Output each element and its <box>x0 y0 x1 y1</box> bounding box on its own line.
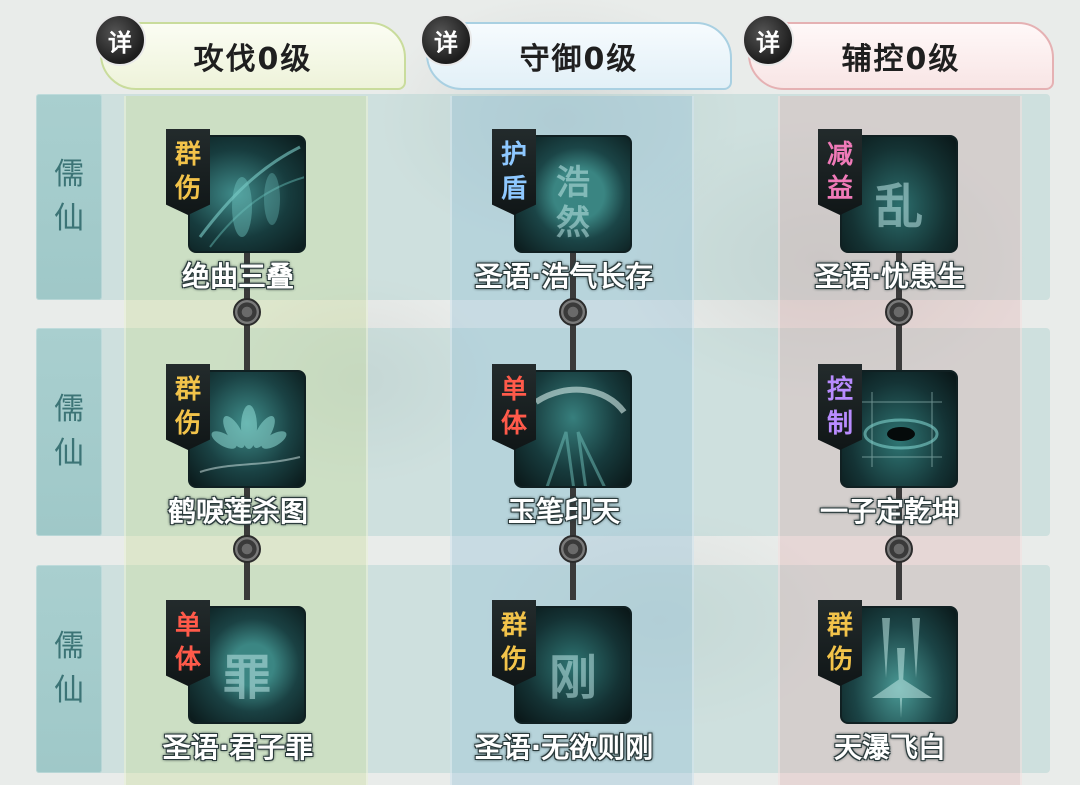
tag-char-top: 群 <box>174 140 201 170</box>
skill-name: 一子定乾坤 <box>819 495 960 528</box>
header-support[interactable]: 辅控0级 详 <box>742 14 1054 94</box>
skill-type-tag: 护 盾 <box>492 129 536 215</box>
header-attack[interactable]: 攻伐0级 详 <box>94 14 406 94</box>
skill-name: 圣语·浩气长存 <box>474 260 654 293</box>
tag-char-bottom: 伤 <box>174 409 201 439</box>
tag-char-top: 护 <box>500 140 527 170</box>
skill-name: 圣语·君子罪 <box>162 731 314 764</box>
tag-char-top: 减 <box>826 140 853 170</box>
skill-card[interactable]: 群 伤 绝曲三叠 <box>108 129 328 305</box>
skill-type-tag: 单 体 <box>166 600 210 686</box>
skill-card[interactable]: 群 伤 鹤唳莲杀图 <box>108 364 328 540</box>
skill-card[interactable]: 罪 单 体 圣语·君子罪 <box>108 600 328 776</box>
row-label-3: 儒 仙 <box>36 565 102 773</box>
row-label-top: 儒 <box>54 629 84 664</box>
detail-button[interactable]: 详 <box>94 14 146 66</box>
row-label-top: 儒 <box>54 392 84 427</box>
tag-char-bottom: 益 <box>826 174 853 204</box>
tag-char-bottom: 伤 <box>826 645 853 675</box>
tag-char-top: 单 <box>174 611 201 641</box>
tag-char-top: 群 <box>500 611 527 641</box>
skill-card[interactable]: 乱 减 益 圣语·忧患生 <box>760 129 980 305</box>
row-label-bottom: 仙 <box>54 201 84 236</box>
tag-char-bottom: 伤 <box>174 174 201 204</box>
skill-card[interactable]: 单 体 玉笔印天 <box>434 364 654 540</box>
row-label-2: 儒 仙 <box>36 328 102 536</box>
skill-card[interactable]: 控 制 一子定乾坤 <box>760 364 980 540</box>
row-label-1: 儒 仙 <box>36 94 102 300</box>
row-label-top: 儒 <box>54 157 84 192</box>
skill-name: 圣语·忧患生 <box>814 260 966 293</box>
skill-type-tag: 群 伤 <box>166 364 210 450</box>
row-label-bottom: 仙 <box>54 673 84 708</box>
skill-type-tag: 群 伤 <box>492 600 536 686</box>
header-title: 辅控0级 <box>841 42 961 77</box>
skill-name: 圣语·无欲则刚 <box>474 731 654 764</box>
skill-type-tag: 单 体 <box>492 364 536 450</box>
skill-name: 天瀑飞白 <box>833 731 946 764</box>
header-plate: 辅控0级 <box>748 22 1054 90</box>
tag-char-top: 群 <box>826 611 853 641</box>
skill-card[interactable]: 浩然 护 盾 圣语·浩气长存 <box>434 129 654 305</box>
skill-card[interactable]: 群 伤 天瀑飞白 <box>760 600 980 776</box>
header-title: 守御0级 <box>519 42 639 77</box>
tag-char-bottom: 体 <box>174 645 201 675</box>
skill-type-tag: 群 伤 <box>166 129 210 215</box>
detail-button[interactable]: 详 <box>742 14 794 66</box>
tag-char-top: 控 <box>826 375 853 405</box>
tag-char-top: 群 <box>174 375 201 405</box>
skill-type-tag: 控 制 <box>818 364 862 450</box>
tag-char-bottom: 制 <box>826 409 853 439</box>
header-title: 攻伐0级 <box>193 42 313 77</box>
tag-char-bottom: 伤 <box>500 645 527 675</box>
skill-name: 鹤唳莲杀图 <box>167 495 308 528</box>
tag-char-bottom: 体 <box>500 409 527 439</box>
skill-card[interactable]: 刚 群 伤 圣语·无欲则刚 <box>434 600 654 776</box>
header-plate: 攻伐0级 <box>100 22 406 90</box>
tag-char-bottom: 盾 <box>500 174 527 204</box>
skill-name: 绝曲三叠 <box>181 260 294 293</box>
detail-button[interactable]: 详 <box>420 14 472 66</box>
skill-name: 玉笔印天 <box>507 495 620 528</box>
row-label-bottom: 仙 <box>54 436 84 471</box>
skill-type-tag: 减 益 <box>818 129 862 215</box>
header-plate: 守御0级 <box>426 22 732 90</box>
header-defense[interactable]: 守御0级 详 <box>420 14 732 94</box>
tag-char-top: 单 <box>500 375 527 405</box>
skill-type-tag: 群 伤 <box>818 600 862 686</box>
